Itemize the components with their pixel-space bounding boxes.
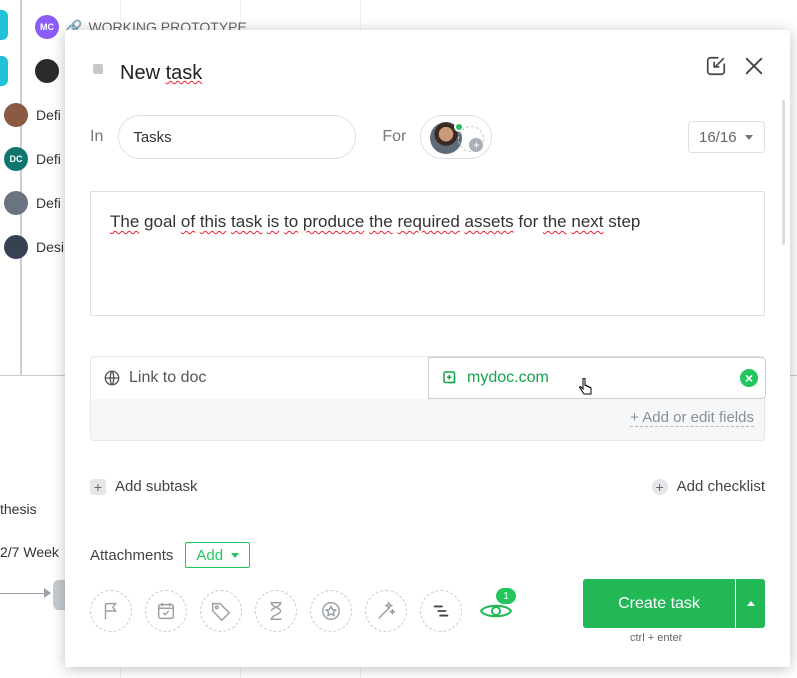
title-word: task	[165, 62, 203, 84]
list-item[interactable]	[35, 59, 59, 83]
link-value[interactable]: mydoc.com	[467, 369, 549, 387]
row-label: thesis	[0, 501, 37, 517]
field-name: Link to doc	[129, 369, 207, 386]
chevron-down-icon	[744, 134, 753, 140]
description-word: next	[571, 212, 604, 231]
task-location-row: In Tasks For +	[90, 115, 493, 159]
add-subtask-label: Add subtask	[115, 478, 198, 495]
flag-icon[interactable]	[90, 590, 132, 632]
description-word: The	[110, 212, 140, 231]
list-item[interactable]: Defi	[4, 191, 61, 215]
tag-icon[interactable]	[200, 590, 242, 632]
project-select[interactable]: Tasks	[118, 115, 357, 159]
task-bar[interactable]	[0, 10, 8, 40]
avatar	[4, 191, 28, 215]
create-task-group: Create task	[583, 579, 765, 628]
description-word: required	[397, 212, 460, 231]
task-counter-dropdown[interactable]: 16/16	[688, 121, 765, 153]
add-subtask-button[interactable]: + Add subtask	[90, 478, 198, 495]
link-doc-icon	[443, 371, 456, 384]
task-title-input[interactable]: New task	[120, 62, 202, 86]
chevron-up-icon	[746, 601, 755, 606]
create-options-toggle[interactable]	[736, 579, 765, 628]
title-word: New	[120, 62, 161, 84]
attachments-label: Attachments	[90, 546, 174, 564]
for-label: For	[382, 128, 407, 145]
custom-fields-panel: Link to doc mydoc.com × + Add or edit fi…	[90, 356, 766, 441]
list-item[interactable]: Defi	[4, 103, 61, 127]
counter-value: 16/16	[699, 128, 737, 146]
assignee-picker[interactable]: +	[420, 115, 493, 159]
watchers-button[interactable]: 1	[475, 588, 517, 632]
dependency-line	[0, 593, 48, 594]
list-item-label: Defi	[36, 151, 61, 167]
globe-icon	[104, 370, 120, 386]
add-checklist-label: Add checklist	[676, 478, 765, 495]
clear-field-icon[interactable]: ×	[740, 369, 758, 387]
chevron-down-icon	[231, 552, 240, 558]
task-toolbar: 1	[90, 588, 517, 632]
add-attachment-button[interactable]: Add	[185, 542, 251, 568]
description-word: of	[180, 212, 196, 231]
description-word: the	[543, 212, 567, 231]
link-field-input[interactable]: mydoc.com ×	[428, 357, 766, 399]
list-item[interactable]: Desi	[4, 235, 64, 259]
description-word: goal	[144, 212, 177, 231]
plus-icon: +	[469, 138, 484, 152]
description-word: task	[231, 212, 263, 231]
list-item-label: Desi	[36, 239, 65, 255]
gantt-icon[interactable]	[420, 590, 462, 632]
magic-wand-icon[interactable]	[365, 590, 407, 632]
hourglass-icon[interactable]	[255, 590, 297, 632]
new-task-modal: New task In Tasks For + 16/16 The goal o…	[65, 30, 790, 667]
shortcut-hint: ctrl + enter	[630, 632, 683, 644]
scrollbar[interactable]	[782, 100, 785, 245]
add-attachment-label: Add	[196, 546, 224, 564]
avatar	[35, 59, 59, 83]
create-task-button[interactable]: Create task	[583, 579, 735, 628]
avatar: MC	[35, 15, 59, 39]
minimize-icon[interactable]	[704, 54, 728, 78]
description-word: for	[518, 212, 539, 231]
description-editor[interactable]: The goal of this task is to produce the …	[90, 191, 765, 316]
description-word: step	[608, 212, 641, 231]
description-word: produce	[302, 212, 365, 231]
avatar	[4, 235, 28, 259]
tree-connector	[20, 0, 22, 376]
list-item-label: Defi	[36, 107, 61, 123]
avatar: DC	[4, 147, 28, 171]
star-icon[interactable]	[310, 590, 352, 632]
task-bar[interactable]	[0, 56, 8, 86]
avatar	[4, 103, 28, 127]
description-word: assets	[464, 212, 514, 231]
add-checklist-button[interactable]: + Add checklist	[651, 478, 765, 495]
header-actions	[704, 54, 766, 78]
arrow-icon	[44, 588, 51, 598]
hand-cursor-icon	[579, 377, 593, 403]
watchers-count-badge: 1	[496, 588, 516, 604]
list-item[interactable]: DC Defi	[4, 147, 61, 171]
description-word: this	[199, 212, 227, 231]
description-word: to	[283, 212, 299, 231]
row-label: 2/7 Week	[0, 544, 59, 560]
description-word: the	[369, 212, 393, 231]
calendar-check-icon[interactable]	[145, 590, 187, 632]
plus-icon: +	[90, 478, 106, 495]
description-word: is	[266, 212, 280, 231]
custom-field-label: Link to doc	[91, 357, 428, 399]
attachments-row: Attachments Add	[90, 542, 251, 568]
list-item-label: Defi	[36, 195, 61, 211]
status-indicator[interactable]	[93, 64, 103, 74]
close-icon[interactable]	[742, 54, 766, 78]
modal-header: New task	[93, 62, 202, 86]
add-edit-fields-link[interactable]: + Add or edit fields	[630, 409, 754, 427]
in-label: In	[90, 128, 104, 145]
plus-icon: +	[651, 478, 668, 495]
